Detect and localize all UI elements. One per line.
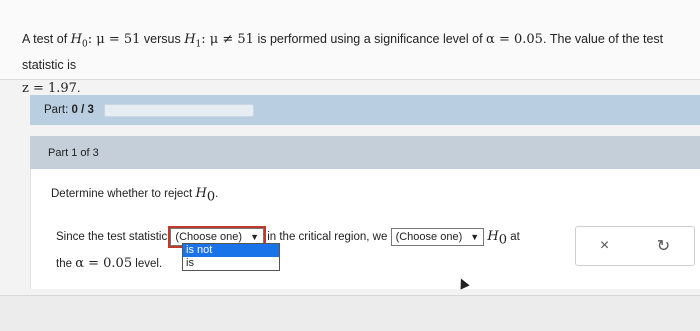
chevron-down-icon: ▼ (470, 231, 480, 242)
option-is-not[interactable]: is not (183, 244, 279, 257)
sentence-part-1: Since the test statistic (56, 231, 168, 243)
alpha-inline: α = 0.05 (75, 256, 133, 272)
subpart-label: Part 1 of 3 (48, 146, 99, 159)
progress-track (103, 103, 254, 117)
test-statistic-dropdown: is not is (182, 243, 280, 271)
sentence-part-3: at (510, 231, 520, 243)
subpart-header: Part 1 of 3 (30, 136, 700, 169)
problem-end: . (76, 81, 81, 96)
part-label: Part: 0 / 3 (44, 104, 94, 116)
question-title: Determine whether to reject H0. (51, 186, 219, 205)
footer-bar (0, 295, 700, 331)
page: A test of H0: μ = 51 versus H1: μ ≠ 51 i… (0, 0, 700, 331)
chevron-down-icon: ▼ (250, 231, 259, 242)
reject-decision-select[interactable]: (Choose one) ▼ (390, 227, 485, 246)
clear-icon[interactable]: × (600, 237, 609, 255)
problem-intro: A test of (22, 32, 68, 46)
problem-mid: is performed using a significance level … (257, 32, 483, 46)
sentence-part-5: level. (135, 258, 163, 271)
alpha-value: α = 0.05 (486, 32, 543, 47)
part-progress-bar: Part: 0 / 3 (30, 95, 700, 125)
h1-hypothesis: H1: μ ≠ 51 (184, 32, 254, 50)
action-panel: × ↻ (575, 226, 695, 266)
h0-symbol: H (487, 229, 499, 244)
sentence-part-2: in the critical region, we (267, 231, 388, 243)
option-is[interactable]: is (183, 257, 279, 270)
h0-hypothesis: H0: μ = 51 (70, 32, 141, 50)
problem-statement: A test of H0: μ = 51 versus H1: μ ≠ 51 i… (0, 0, 700, 96)
retry-icon[interactable]: ↻ (657, 236, 670, 256)
answer-sentence: Since the test statistic (Choose one) ▼ i… (56, 225, 520, 272)
sentence-part-4: the (56, 258, 72, 271)
versus-text: versus (143, 32, 181, 46)
